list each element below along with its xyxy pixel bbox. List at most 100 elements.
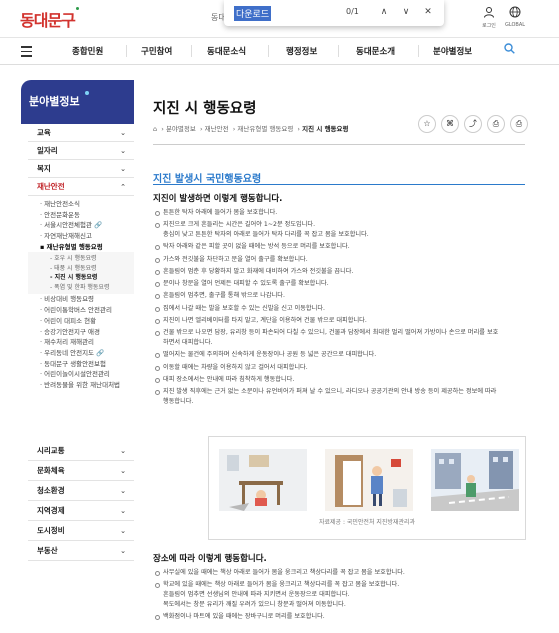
sidebar-subitem[interactable]: · 서울시안전체험관 🔗 — [28, 220, 134, 231]
breadcrumb-current: 지진 시 행동요령 — [302, 125, 349, 133]
list-item: 가스와 전깃불을 차단하고 문을 열어 출구를 확보합니다. — [155, 255, 527, 265]
find-next-button[interactable]: ∨ — [399, 5, 413, 19]
sidebar-subitem[interactable]: · 어린이놀이시설안전관리 — [28, 369, 134, 380]
chevron-down-icon: ⌄ — [120, 467, 126, 475]
sidebar-thirditem[interactable]: - 폭염 및 한파 행동요령 — [28, 283, 134, 293]
sidebar-menu: 교육 ⌄ 일자리 ⌄ 복지 ⌄ 재난안전 ⌃ · 재난안전소식 · 안전문화운동 · 서… — [28, 124, 134, 391]
global-label: GLOBAL — [504, 22, 526, 28]
find-query[interactable]: 다운로드 — [234, 6, 272, 21]
earthquake-illustration: 자료제공 : 국민안전처 지진방재관리과 — [208, 436, 526, 540]
sidebar-thirditem[interactable]: - 호우 시 행동요령 — [28, 254, 134, 264]
section-title: 지진 발생시 국민행동요령 — [153, 174, 262, 185]
breadcrumb-item[interactable]: 재난안전 — [205, 125, 229, 133]
nav-divider — [418, 45, 419, 57]
sidebar-item-label: 일자리 — [37, 146, 58, 155]
list-item: 지진 발생 직후에는 근거 없는 소문이나 유언비어가 퍼져 날 수 있으니, … — [155, 387, 527, 406]
list-item: 문이나 창문을 열어 언제든 대피할 수 있도록 출구를 확보합니다. — [155, 279, 527, 289]
title-divider — [153, 144, 525, 145]
sidebar-subitem[interactable]: · 재수처리 재해관리 — [28, 337, 134, 348]
breadcrumb: ⌂ › 분야별정보 › 재난안전 › 재난유형별 행동요령 › 지진 시 행동요… — [153, 125, 349, 133]
sidebar-subitem[interactable]: · 어린이통학버스 안전관리 — [28, 305, 134, 316]
sidebar-item-label: 복지 — [37, 164, 51, 173]
list-item: 이동할 때에는 차량을 이용하지 않고 걸어서 대피합니다. — [155, 363, 527, 373]
list-item: 건물 밖으로 나오면 담장, 유리창 등이 파손되어 다칠 수 있으니, 건물과… — [155, 328, 527, 347]
menu-icon[interactable] — [21, 46, 32, 60]
sidebar-subitem[interactable]: · 어린이 대피소 현황 — [28, 316, 134, 327]
sidebar-subitem[interactable]: · 승강기안전지구 애경 — [28, 327, 134, 338]
nav-divider — [338, 45, 339, 57]
sidebar-subitem-active[interactable]: ▪ 재난유형별 행동요령 — [28, 242, 134, 253]
nav-item-admin[interactable]: 행정정보 — [286, 45, 317, 57]
list-item: 지진으로 크게 흔들리는 시간은 길어야 1~2분 정도입니다. 충심이 낮고 튼… — [155, 220, 527, 239]
share-icon[interactable]: ⤴ — [464, 115, 482, 133]
sidebar-item-disaster-safety[interactable]: 재난안전 ⌃ — [28, 178, 134, 196]
breadcrumb-item[interactable]: 재난유형별 행동요령 — [237, 125, 293, 133]
find-prev-button[interactable]: ∧ — [377, 5, 391, 19]
sidebar-item-traffic[interactable]: 시리교통 ⌄ — [28, 441, 134, 461]
list-item: 사무실에 있을 때에는 책상 아래로 들어가 몸을 웅크리고 책상다리를 꼭 잡… — [155, 568, 527, 578]
sidebar-subitem[interactable]: · 비상대비 행동요령 — [28, 294, 134, 305]
sidebar-subitem[interactable]: · 반려동물을 위한 재난대처법 — [28, 380, 134, 391]
global-button[interactable]: GLOBAL — [502, 6, 528, 28]
find-close-button[interactable]: ✕ — [421, 5, 435, 19]
sidebar-item-label: 도시정비 — [37, 526, 65, 535]
chevron-down-icon: ⌄ — [120, 507, 126, 515]
sidebar-item-realestate[interactable]: 부동산 ⌄ — [28, 541, 134, 561]
print-icon[interactable]: ⎙ — [487, 115, 505, 133]
login-button[interactable]: 로그인 — [476, 6, 502, 29]
top-header: 동대문구 동대 로그인 GLOBAL 다운로드 0/1 ∧ ∨ ✕ — [0, 0, 559, 38]
chevron-up-icon: ⌃ — [120, 183, 126, 191]
nav-item-participation[interactable]: 구민참여 — [141, 45, 172, 57]
logo-dot — [75, 7, 79, 10]
list-item: 튼튼한 탁자 아래에 들어가 몸을 보호합니다. — [155, 208, 527, 218]
breadcrumb-item[interactable]: 분야별정보 — [166, 125, 196, 133]
sub-title: 지진이 발생하면 이렇게 행동합니다. — [153, 194, 283, 204]
search-icon[interactable] — [504, 43, 515, 57]
favorite-star-icon[interactable]: ☆ — [418, 115, 436, 133]
sidebar-subitem[interactable]: · 안전문화운동 — [28, 210, 134, 221]
list-item: 떨어지는 물건에 주의하며 신속하게 운동장이나 공원 등 넓은 공간으로 대피… — [155, 350, 527, 360]
login-label: 로그인 — [482, 23, 496, 29]
sidebar-subitem[interactable]: · 재난안전소식 — [28, 199, 134, 210]
globe-icon — [502, 6, 528, 21]
nav-divider — [126, 45, 127, 57]
site-logo[interactable]: 동대문구 — [20, 7, 79, 31]
sidebar-item-urban[interactable]: 도시정비 ⌄ — [28, 521, 134, 541]
section-underline — [153, 184, 525, 185]
action-list: 튼튼한 탁자 아래에 들어가 몸을 보호합니다. 지진으로 크게 흔들리는 시간… — [155, 208, 527, 407]
nav-item-field[interactable]: 분야별정보 — [433, 45, 472, 57]
sidebar-item-label: 문화체육 — [37, 466, 65, 475]
sidebar-item-culture[interactable]: 문화체육 ⌄ — [28, 461, 134, 481]
sidebar-item-welfare[interactable]: 복지 ⌄ — [28, 160, 134, 178]
sidebar-item-label: 청소환경 — [37, 486, 65, 495]
list-item: 학교에 있을 때에는 책상 아래로 들어가 몸을 웅크리고 책상다리를 꼭 잡고… — [155, 580, 527, 609]
sidebar-item-jobs[interactable]: 일자리 ⌄ — [28, 142, 134, 160]
page: 동대문구 동대 로그인 GLOBAL 다운로드 0/1 ∧ ∨ ✕ 종합민원 구… — [0, 0, 559, 633]
home-icon[interactable]: ⌂ — [153, 125, 157, 133]
sidebar-item-education[interactable]: 교육 ⌄ — [28, 124, 134, 142]
sidebar-item-label: 부동산 — [37, 546, 58, 555]
chevron-down-icon: ⌄ — [120, 487, 126, 495]
sidebar-item-economy[interactable]: 지역경제 ⌄ — [28, 501, 134, 521]
sidebar-dot — [85, 91, 89, 95]
list-item: 지진이 나면 엘리베이터를 타지 말고, 계단을 이용하여 건물 밖으로 대피합… — [155, 316, 527, 326]
save-icon[interactable]: ⎙ — [510, 115, 528, 133]
list-item: 흔들림이 멈추면, 출구를 통해 밖으로 나갑니다. — [155, 291, 527, 301]
nav-item-about[interactable]: 동대문소개 — [356, 45, 395, 57]
sidebar-item-environment[interactable]: 청소환경 ⌄ — [28, 481, 134, 501]
sidebar-subitem[interactable]: · 자연재난재해신고 — [28, 231, 134, 242]
nav-item-news[interactable]: 동대문소식 — [207, 45, 246, 57]
place-action-list: 사무실에 있을 때에는 책상 아래로 들어가 몸을 웅크리고 책상다리를 꼭 잡… — [155, 568, 527, 622]
list-item: 집에서 나갈 때는 발을 보호할 수 있는 신발을 신고 이동합니다. — [155, 304, 527, 314]
sidebar-thirditem-active[interactable]: - 지진 시 행동요령 — [28, 273, 134, 283]
sidebar-subitem[interactable]: · 동대문구 생활안전보험 — [28, 359, 134, 370]
sidebar-thirditem[interactable]: - 태풍 시 행동요령 — [28, 264, 134, 274]
chevron-down-icon: ⌄ — [120, 165, 126, 173]
chevron-down-icon: ⌄ — [120, 147, 126, 155]
link-copy-icon[interactable]: ⌘ — [441, 115, 459, 133]
main-nav: 종합민원 구민참여 동대문소식 행정정보 동대문소개 분야별정보 — [0, 38, 559, 65]
sidebar-subitem[interactable]: · 우리동네 안전지도 🔗 — [28, 348, 134, 359]
nav-item-civil[interactable]: 종합민원 — [72, 45, 103, 57]
illustration-caption: 자료제공 : 국민안전처 지진방재관리과 — [318, 519, 416, 526]
sidebar-third-level: - 호우 시 행동요령 - 태풍 시 행동요령 - 지진 시 행동요령 - 폭염… — [28, 252, 134, 295]
